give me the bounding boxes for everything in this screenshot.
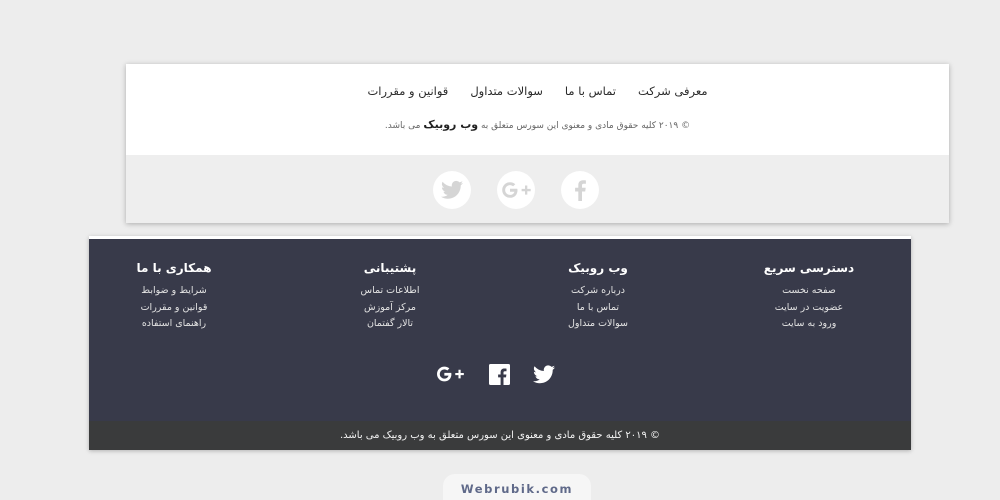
facebook-icon <box>488 363 510 389</box>
footer-column-cooperation: همکاری با ما شرایط و ضوابط قوانین و مقرر… <box>89 261 259 333</box>
column-link[interactable]: ورود به سایت <box>724 316 894 333</box>
twitter-button[interactable] <box>527 363 561 389</box>
column-link[interactable]: اطلاعات تماس <box>305 283 475 300</box>
twitter-icon <box>441 180 463 200</box>
google-plus-button[interactable] <box>433 363 467 389</box>
column-link[interactable]: شرایط و ضوابط <box>89 283 259 300</box>
watermark-tab: Webrubik.com <box>443 474 591 500</box>
nav-link-about[interactable]: معرفی شرکت <box>638 84 708 100</box>
footer-column-quick-access: دسترسی سریع صفحه نخست عضویت در سایت ورود… <box>724 261 894 333</box>
column-link[interactable]: تماس با ما <box>513 300 683 317</box>
column-title: وب روبیک <box>568 261 628 275</box>
copyright-prefix: © ۲۰۱۹ کلیه حقوق مادی و معنوی این سورس م… <box>480 121 691 131</box>
column-link[interactable]: درباره شرکت <box>513 283 683 300</box>
twitter-circle-button[interactable] <box>433 171 471 209</box>
footer-dark-copyright: © ۲۰۱۹ کلیه حقوق مادی و معنوی این سورس م… <box>89 421 911 450</box>
column-link[interactable]: عضویت در سایت <box>724 300 894 317</box>
column-title: پشتیبانی <box>363 261 417 275</box>
column-link[interactable]: صفحه نخست <box>724 283 894 300</box>
facebook-button[interactable] <box>482 363 516 389</box>
facebook-circle-button[interactable] <box>561 171 599 209</box>
nav-link-faq[interactable]: سوالات متداول <box>470 84 543 100</box>
google-plus-circle-button[interactable] <box>497 171 535 209</box>
twitter-icon <box>533 364 555 388</box>
nav-link-contact[interactable]: تماس با ما <box>565 84 616 100</box>
column-link[interactable]: راهنمای استفاده <box>89 316 259 333</box>
google-plus-icon <box>499 179 533 201</box>
google-plus-icon <box>434 363 466 389</box>
footer-light: معرفی شرکت تماس با ما سوالات متداول قوان… <box>126 64 949 223</box>
facebook-icon <box>573 179 587 201</box>
column-link[interactable]: مرکز آموزش <box>305 300 475 317</box>
social-band <box>126 155 949 223</box>
footer-column-support: پشتیبانی اطلاعات تماس مرکز آموزش تالار گ… <box>305 261 475 333</box>
nav-link-rules[interactable]: قوانین و مقررات <box>367 84 448 100</box>
column-link[interactable]: قوانین و مقررات <box>89 300 259 317</box>
column-title: دسترسی سریع <box>763 261 855 275</box>
footer-light-nav: معرفی شرکت تماس با ما سوالات متداول قوان… <box>126 84 949 100</box>
footer-dark: دسترسی سریع صفحه نخست عضویت در سایت ورود… <box>89 236 911 450</box>
watermark-text: Webrubik.com <box>460 482 574 496</box>
footer-light-copyright: © ۲۰۱۹ کلیه حقوق مادی و معنوی این سورس م… <box>126 118 949 131</box>
footer-column-webrubik: وب روبیک درباره شرکت تماس با ما سوالات م… <box>513 261 683 333</box>
copyright-suffix: می باشد. <box>384 121 421 131</box>
column-title: همکاری با ما <box>136 261 212 275</box>
column-link[interactable]: تالار گفتمان <box>305 316 475 333</box>
copyright-brand[interactable]: وب روبیک <box>423 118 478 131</box>
column-link[interactable]: سوالات متداول <box>513 316 683 333</box>
